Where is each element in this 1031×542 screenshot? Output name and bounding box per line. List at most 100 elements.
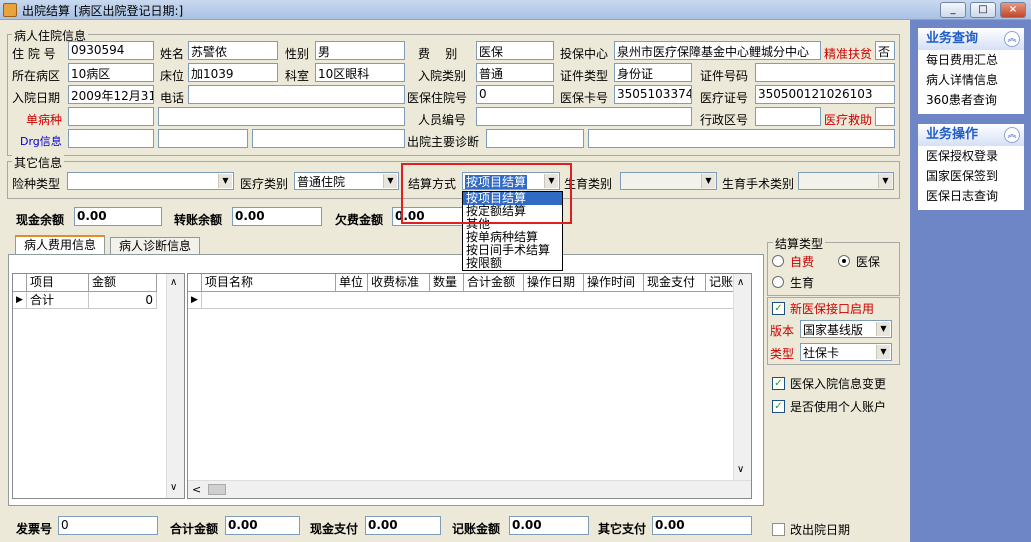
zjlx-field[interactable]: 身份证	[614, 63, 692, 82]
zyh-field[interactable]: 0930594	[68, 41, 154, 60]
ks-field[interactable]: 10区眼科	[315, 63, 405, 82]
personal-account-checkbox[interactable]: ✓	[772, 400, 785, 413]
sidebar-item-log-query[interactable]: 医保日志查询	[918, 186, 1024, 206]
tab-diagnosis-info[interactable]: 病人诊断信息	[110, 237, 200, 254]
name-field[interactable]: 苏譬侬	[188, 41, 278, 60]
cash-field[interactable]: 0.00	[365, 516, 441, 535]
scroll-up-icon[interactable]: ∧	[737, 277, 744, 288]
left-grid-scrollbar[interactable]: ∧ ∨	[166, 274, 184, 498]
invoice-label: 发票号	[16, 522, 53, 536]
hscroll-thumb[interactable]	[208, 484, 226, 495]
ybzyh-field[interactable]: 0	[476, 85, 554, 104]
sidebar-item-daily-fee[interactable]: 每日费用汇总	[918, 50, 1024, 70]
minimize-button[interactable]: _	[940, 2, 966, 18]
admission-change-checkbox[interactable]: ✓	[772, 377, 785, 390]
chevron-down-icon[interactable]: ▼	[218, 174, 232, 188]
grid-header-account: 记账	[706, 274, 734, 292]
name-label: 姓名	[160, 47, 185, 61]
tbzx-field[interactable]: 泉州市医疗保障基金中心鲤城分中心	[614, 41, 821, 60]
zzye-field[interactable]: 0.00	[232, 207, 322, 226]
other-pay-field[interactable]: 0.00	[652, 516, 752, 535]
scroll-down-icon[interactable]: ∨	[170, 482, 177, 493]
radio-self-pay[interactable]	[772, 255, 784, 267]
account-field[interactable]: 0.00	[509, 516, 589, 535]
scroll-left-icon[interactable]: <	[192, 483, 201, 496]
sex-label: 性别	[285, 47, 310, 61]
zjlx-label: 证件类型	[560, 69, 609, 83]
drg-field-2[interactable]	[158, 129, 248, 148]
grid-header-op-date: 操作日期	[524, 274, 584, 292]
version-label: 版本	[770, 324, 795, 338]
invoice-field[interactable]: 0	[58, 516, 158, 535]
rybh-label: 人员编号	[418, 113, 467, 127]
total-field[interactable]: 0.00	[225, 516, 300, 535]
app-icon	[3, 3, 17, 17]
sidebar-item-patient-detail[interactable]: 病人详情信息	[918, 70, 1024, 90]
rylb-label: 入院类别	[418, 69, 467, 83]
zjhm-label: 证件号码	[700, 69, 749, 83]
option-limit[interactable]: 按限额	[463, 257, 562, 270]
grid-vscroll[interactable]: ∧ ∨	[733, 274, 751, 480]
row-pointer-icon: ▶	[13, 292, 27, 309]
chevron-down-icon[interactable]: ▼	[878, 174, 892, 188]
sidebar-item-checkin[interactable]: 国家医保签到	[918, 166, 1024, 186]
dbz-name-field[interactable]	[158, 107, 405, 126]
sex-field[interactable]: 男	[315, 41, 405, 60]
ybkh-label: 医保卡号	[560, 91, 609, 105]
yllb-select[interactable]: 普通住院 ▼	[294, 172, 399, 190]
rylb-field[interactable]: 普通	[476, 63, 554, 82]
fb-field[interactable]: 医保	[476, 41, 554, 60]
grid-hscroll[interactable]: <	[188, 480, 751, 498]
grid-header-total: 合计金额	[464, 274, 524, 292]
syss-select[interactable]: ▼	[798, 172, 894, 190]
xzqh-field[interactable]	[755, 107, 821, 126]
card-type-select[interactable]: 社保卡 ▼	[800, 343, 892, 361]
close-button[interactable]: ×	[1000, 2, 1026, 18]
sylb-select[interactable]: ▼	[620, 172, 717, 190]
drg-field-3[interactable]	[252, 129, 405, 148]
rybh-field[interactable]	[476, 107, 692, 126]
jzfp-field[interactable]: 否	[875, 41, 895, 60]
drg-field-1[interactable]	[68, 129, 154, 148]
radio-insurance[interactable]	[838, 255, 850, 267]
sidebar-item-360-query[interactable]: 360患者查询	[918, 90, 1024, 110]
xzlx-label: 险种类型	[12, 177, 61, 191]
maximize-button[interactable]: □	[970, 2, 996, 18]
new-api-checkbox[interactable]: ✓	[772, 302, 785, 315]
radio-maternity[interactable]	[772, 276, 784, 288]
cw-field[interactable]: 加1039	[188, 63, 278, 82]
dbz-code-field[interactable]	[68, 107, 154, 126]
bq-field[interactable]: 10病区	[68, 63, 154, 82]
grid-header-op-time: 操作时间	[584, 274, 644, 292]
version-select[interactable]: 国家基线版 ▼	[800, 320, 892, 338]
yljz-field[interactable]	[875, 107, 895, 126]
chevron-down-icon[interactable]: ▼	[876, 345, 890, 359]
left-grid-cell-item[interactable]: 合计	[27, 292, 89, 309]
cyzd-name-field[interactable]	[588, 129, 895, 148]
sidebar-item-auth-login[interactable]: 医保授权登录	[918, 146, 1024, 166]
xjye-field[interactable]: 0.00	[74, 207, 162, 226]
xzlx-select[interactable]: ▼	[67, 172, 234, 190]
table-row[interactable]	[202, 292, 734, 309]
self-pay-label: 自费	[790, 255, 815, 269]
cyzd-code-field[interactable]	[486, 129, 584, 148]
ybkh-field[interactable]: 35051033747	[614, 85, 692, 104]
collapse-icon[interactable]: ︽	[1004, 31, 1020, 47]
chevron-down-icon[interactable]: ▼	[701, 174, 715, 188]
grid-header-price: 收费标准	[368, 274, 430, 292]
chevron-down-icon[interactable]: ▼	[383, 174, 397, 188]
scroll-down-icon[interactable]: ∨	[737, 464, 744, 475]
ryrq-field[interactable]: 2009年12月31	[68, 85, 154, 104]
tab-fee-info[interactable]: 病人费用信息	[15, 235, 105, 255]
chevron-down-icon[interactable]: ▼	[876, 322, 890, 336]
insurance-label: 医保	[856, 255, 881, 269]
collapse-icon[interactable]: ︽	[1004, 127, 1020, 143]
scroll-up-icon[interactable]: ∧	[170, 277, 177, 288]
ryrq-label: 入院日期	[12, 91, 61, 105]
fee-detail-grid: 项目名称 单位 收费标准 数量 合计金额 操作日期 操作时间 现金支付 记账 ▶…	[187, 273, 752, 499]
dh-field[interactable]	[188, 85, 405, 104]
zjhm-field[interactable]	[755, 63, 895, 82]
left-grid-cell-amount[interactable]: 0	[89, 292, 157, 309]
modify-date-checkbox[interactable]	[772, 523, 785, 536]
ylzh-field[interactable]: 350500121026103	[755, 85, 895, 104]
